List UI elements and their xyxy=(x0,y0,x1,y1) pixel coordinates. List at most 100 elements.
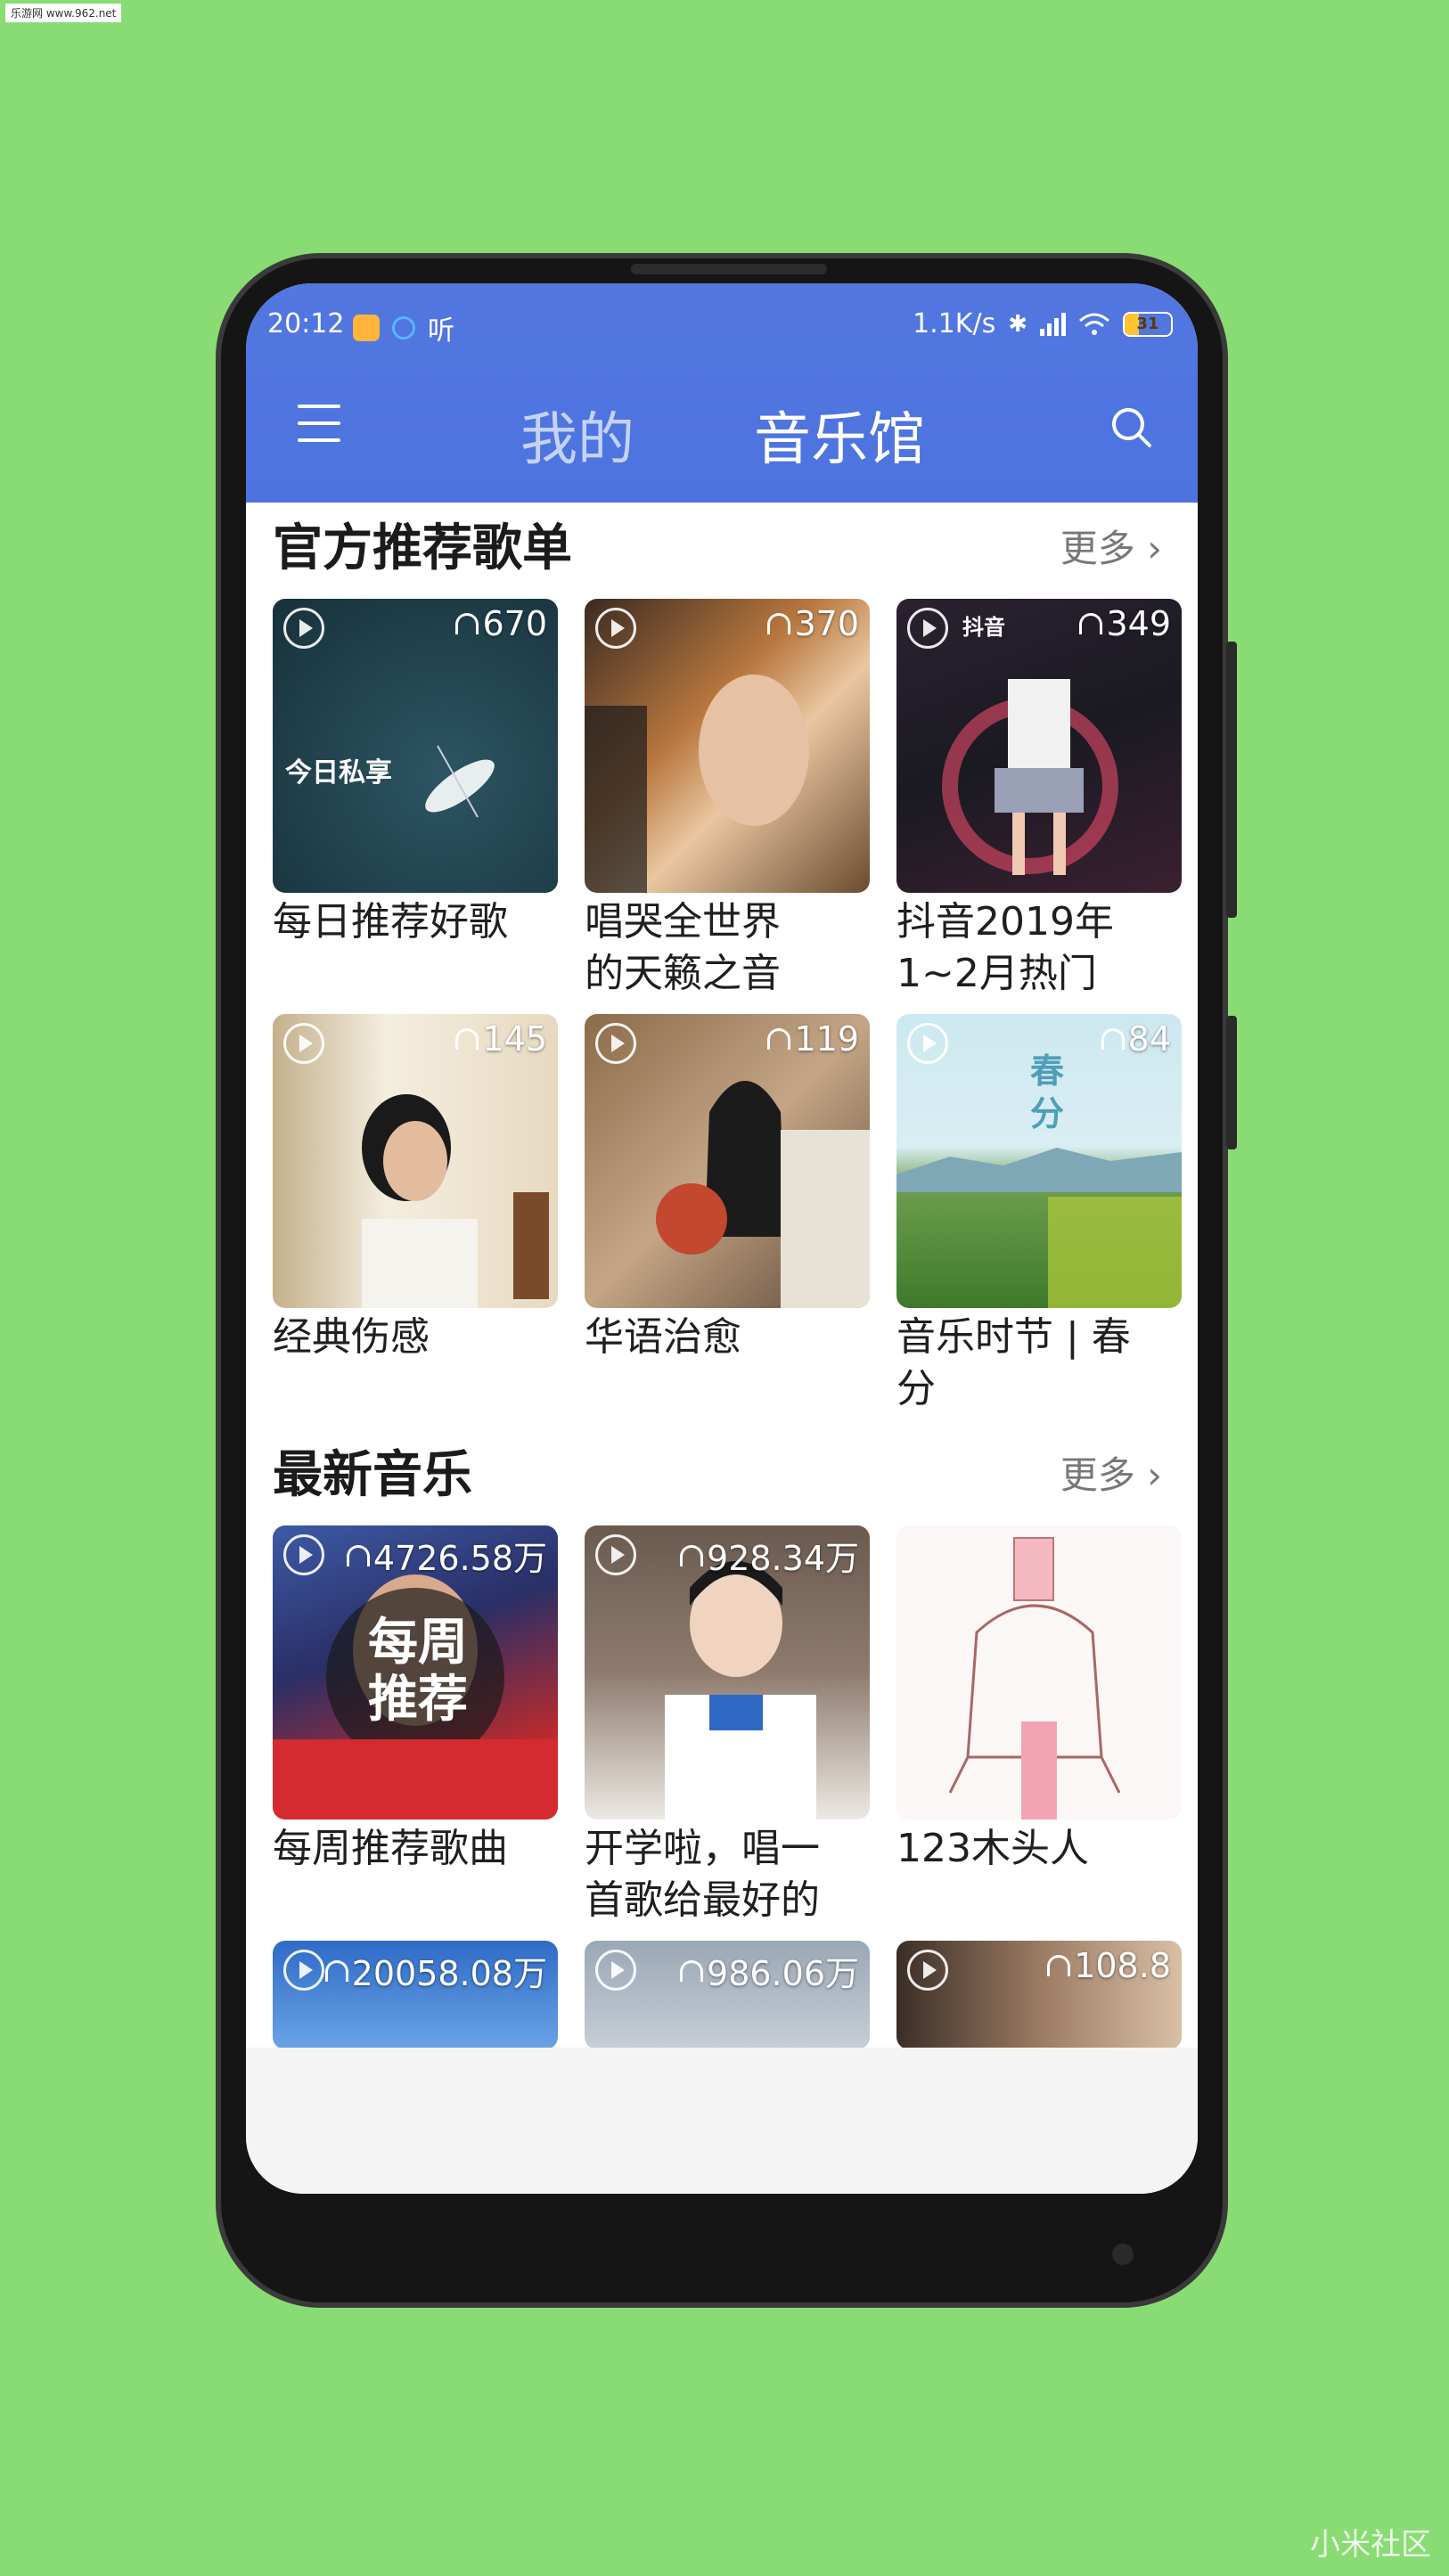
headphone-icon xyxy=(680,1544,704,1566)
playlist-card[interactable]: 春分 84 音乐时节 | 春分 xyxy=(896,1014,1182,1415)
play-count: 670 xyxy=(455,604,547,643)
playlist-card[interactable]: 每周推荐 4726.58万 每周推荐歌曲 xyxy=(273,1525,558,1875)
cover-image: 抖音 349 xyxy=(896,599,1182,893)
cover-image: 春分 84 xyxy=(896,1014,1182,1308)
headphone-icon xyxy=(324,1959,348,1982)
ting-label: 听 xyxy=(428,315,454,347)
play-count: 349 xyxy=(1079,604,1171,643)
more-link[interactable]: 更多 › xyxy=(1060,1445,1162,1500)
headphone-icon xyxy=(346,1544,370,1566)
card-title: 开学啦，唱一首歌给最好的 xyxy=(585,1826,820,1923)
cover-overlay-text: 抖音 xyxy=(962,615,1005,640)
app-notification-icon xyxy=(353,315,380,341)
battery-icon: 31 xyxy=(1123,311,1173,337)
nav-row: 我的 音乐馆 xyxy=(246,381,1198,488)
qq-icon xyxy=(392,316,415,339)
tab-music-hall[interactable]: 音乐馆 xyxy=(754,394,925,476)
playlist-card[interactable]: 928.34万 开学啦，唱一首歌给最好的 xyxy=(585,1525,870,1926)
card-title: 每日推荐好歌 xyxy=(273,899,508,945)
cover-image: 每周推荐 4726.58万 xyxy=(273,1525,558,1820)
power-button xyxy=(1226,1016,1237,1149)
cover-image: 370 xyxy=(585,599,870,893)
cover-image: 928.34万 xyxy=(585,1525,870,1820)
cover-image: 986.06万 xyxy=(585,1941,870,2048)
cover-image: 108.8 xyxy=(896,1941,1182,2048)
cover-overlay-text: 今日私享 xyxy=(285,757,392,789)
app-screen: 20:12 听 1.1K/s ✱ 31 我的 音乐馆 官方推荐歌单 更多 › 今… xyxy=(246,283,1198,2194)
playlist-card[interactable]: 145 经典伤感 xyxy=(273,1014,558,1363)
playlist-card[interactable]: 今日私享 670 每日推荐好歌 xyxy=(273,599,558,948)
watermark-bottom: 小米社区 xyxy=(1310,2528,1431,2562)
playlist-card[interactable]: 119 华语治愈 xyxy=(585,1014,870,1363)
play-count: 4726.58万 xyxy=(346,1531,547,1580)
play-count: 986.06万 xyxy=(680,1946,859,1995)
cover-image: 20058.08万 xyxy=(273,1941,558,2048)
cover-overlay-text: 春分 xyxy=(1030,1051,1065,1133)
headphone-icon xyxy=(767,613,791,634)
speaker-slot xyxy=(631,264,827,274)
content-scroll[interactable]: 官方推荐歌单 更多 › 今日私享 670 每日推荐好歌 370 唱哭全世界的天籁… xyxy=(246,503,1198,2048)
headphone-icon xyxy=(767,1028,791,1050)
phone-frame: 20:12 听 1.1K/s ✱ 31 我的 音乐馆 官方推荐歌单 更多 › 今… xyxy=(216,253,1237,2308)
signal-icon xyxy=(1040,312,1066,336)
chevron-right-icon: › xyxy=(1147,527,1162,570)
card-title: 音乐时节 | 春分 xyxy=(896,1314,1131,1411)
card-title: 华语治愈 xyxy=(585,1314,741,1360)
play-count: 370 xyxy=(767,604,859,643)
section-header-official: 官方推荐歌单 更多 › xyxy=(246,508,1198,588)
headphone-icon xyxy=(1079,613,1103,634)
playlist-card[interactable]: 123木头人 xyxy=(896,1525,1182,1875)
chevron-right-icon: › xyxy=(1147,1453,1162,1497)
headphone-icon xyxy=(680,1959,704,1982)
tiktok-icon[interactable] xyxy=(907,608,948,649)
status-bar: 20:12 听 1.1K/s ✱ 31 xyxy=(246,303,1198,351)
play-count: 145 xyxy=(455,1019,547,1059)
watermark-top: 乐游网 www.962.net xyxy=(5,4,122,22)
section-title: 最新音乐 xyxy=(273,1446,472,1504)
notification-icons: 听 xyxy=(353,308,454,348)
headphone-icon xyxy=(455,613,479,634)
playlist-card[interactable]: 108.8 xyxy=(896,1941,1182,2048)
section-header-new: 最新音乐 更多 › xyxy=(246,1435,1198,1515)
card-title: 唱哭全世界的天籁之音 xyxy=(585,899,781,996)
section-title: 官方推荐歌单 xyxy=(273,519,572,577)
playlist-card[interactable]: 986.06万 xyxy=(585,1941,870,2048)
play-icon[interactable] xyxy=(595,1534,636,1575)
playlist-card[interactable]: 20058.08万 xyxy=(273,1941,558,2048)
headphone-icon xyxy=(1101,1028,1125,1050)
status-time: 20:12 xyxy=(267,308,345,339)
volume-button xyxy=(1226,642,1237,918)
cover-image: 今日私享 670 xyxy=(273,599,558,893)
card-title: 经典伤感 xyxy=(273,1314,430,1360)
play-icon[interactable] xyxy=(907,1950,948,1991)
cover-image: 119 xyxy=(585,1014,870,1308)
play-count: 84 xyxy=(1101,1019,1171,1059)
play-count: 108.8 xyxy=(1047,1946,1171,1985)
play-icon[interactable] xyxy=(283,1534,324,1575)
status-right: 1.1K/s ✱ 31 xyxy=(913,308,1173,339)
cover-image xyxy=(896,1525,1182,1820)
wifi-icon xyxy=(1079,313,1109,335)
top-bar: 20:12 听 1.1K/s ✱ 31 我的 音乐馆 xyxy=(246,283,1198,503)
play-icon[interactable] xyxy=(283,1023,324,1064)
playlist-card[interactable]: 370 唱哭全世界的天籁之音 xyxy=(585,599,870,1000)
card-title: 抖音2019年1~2月热门 xyxy=(896,899,1114,996)
cover-image: 145 xyxy=(273,1014,558,1308)
play-icon[interactable] xyxy=(907,1023,948,1064)
tab-mine[interactable]: 我的 xyxy=(520,394,634,476)
play-icon[interactable] xyxy=(283,608,324,649)
headphone-icon xyxy=(455,1028,479,1050)
battery-level: 31 xyxy=(1136,314,1159,333)
menu-icon[interactable] xyxy=(298,405,340,446)
play-icon[interactable] xyxy=(283,1950,324,1991)
play-icon[interactable] xyxy=(595,1950,636,1991)
play-icon[interactable] xyxy=(595,1023,636,1064)
playlist-card[interactable]: 抖音 349 抖音2019年1~2月热门 xyxy=(896,599,1182,1000)
play-icon[interactable] xyxy=(595,608,636,649)
play-count: 119 xyxy=(767,1019,859,1059)
play-count: 20058.08万 xyxy=(324,1946,547,1995)
more-link[interactable]: 更多 › xyxy=(1060,519,1162,573)
bottom-empty-area xyxy=(246,2048,1198,2194)
search-icon[interactable] xyxy=(1109,405,1155,451)
card-title: 123木头人 xyxy=(896,1826,1089,1871)
